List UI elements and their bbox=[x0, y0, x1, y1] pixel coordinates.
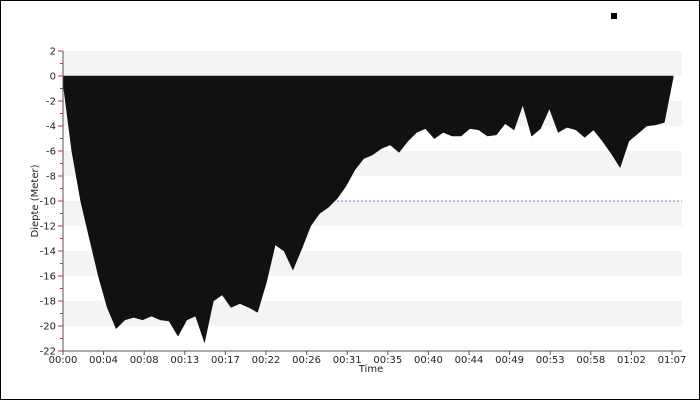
y-tick-label: 2 bbox=[50, 47, 56, 58]
x-tick-label: 00:04 bbox=[89, 355, 118, 366]
y-tick-label: -4 bbox=[46, 122, 56, 133]
x-tick-label: 00:17 bbox=[211, 355, 240, 366]
x-tick-label: 00:53 bbox=[536, 355, 565, 366]
y-tick-label: -10 bbox=[40, 197, 56, 208]
y-tick-label: -8 bbox=[46, 172, 56, 183]
x-tick-label: 01:07 bbox=[658, 355, 687, 366]
x-tick-label: 00:08 bbox=[130, 355, 159, 366]
x-tick-label: 00:44 bbox=[455, 355, 484, 366]
chart-frame: 2 0 -2 -4 -6 -8 -10 -12 -14 -16 -18 -20 -22 00:00 00:… bbox=[0, 0, 700, 400]
x-tick-label: 00:31 bbox=[333, 355, 362, 366]
x-tick-label: 00:49 bbox=[495, 355, 524, 366]
y-tick-label: -16 bbox=[40, 272, 56, 283]
x-tick-label: 00:13 bbox=[170, 355, 199, 366]
y-tick-label: -12 bbox=[40, 222, 56, 233]
grid-band bbox=[63, 51, 682, 76]
y-axis-title: Diepte (Meter) bbox=[30, 164, 41, 237]
y-tick-label: -18 bbox=[40, 297, 56, 308]
y-tick-label: -20 bbox=[40, 322, 56, 333]
legend-marker bbox=[611, 13, 617, 19]
x-tick-label: 01:02 bbox=[617, 355, 646, 366]
y-tick-label: -14 bbox=[40, 247, 56, 258]
x-tick-label: 00:26 bbox=[292, 355, 321, 366]
x-tick-label: 00:22 bbox=[252, 355, 281, 366]
y-tick-label: 0 bbox=[50, 72, 56, 83]
x-tick-label: 00:40 bbox=[414, 355, 443, 366]
y-tick-label: -2 bbox=[46, 97, 56, 108]
dive-profile-chart: 20-2-4-6-8-10-12-14-16-18-20-22 00:00 00:… bbox=[30, 13, 687, 375]
x-tick-label: 00:58 bbox=[576, 355, 605, 366]
x-axis-title: Time bbox=[358, 364, 383, 375]
y-tick-label: -6 bbox=[46, 147, 56, 158]
x-tick-label: 00:00 bbox=[49, 355, 78, 366]
